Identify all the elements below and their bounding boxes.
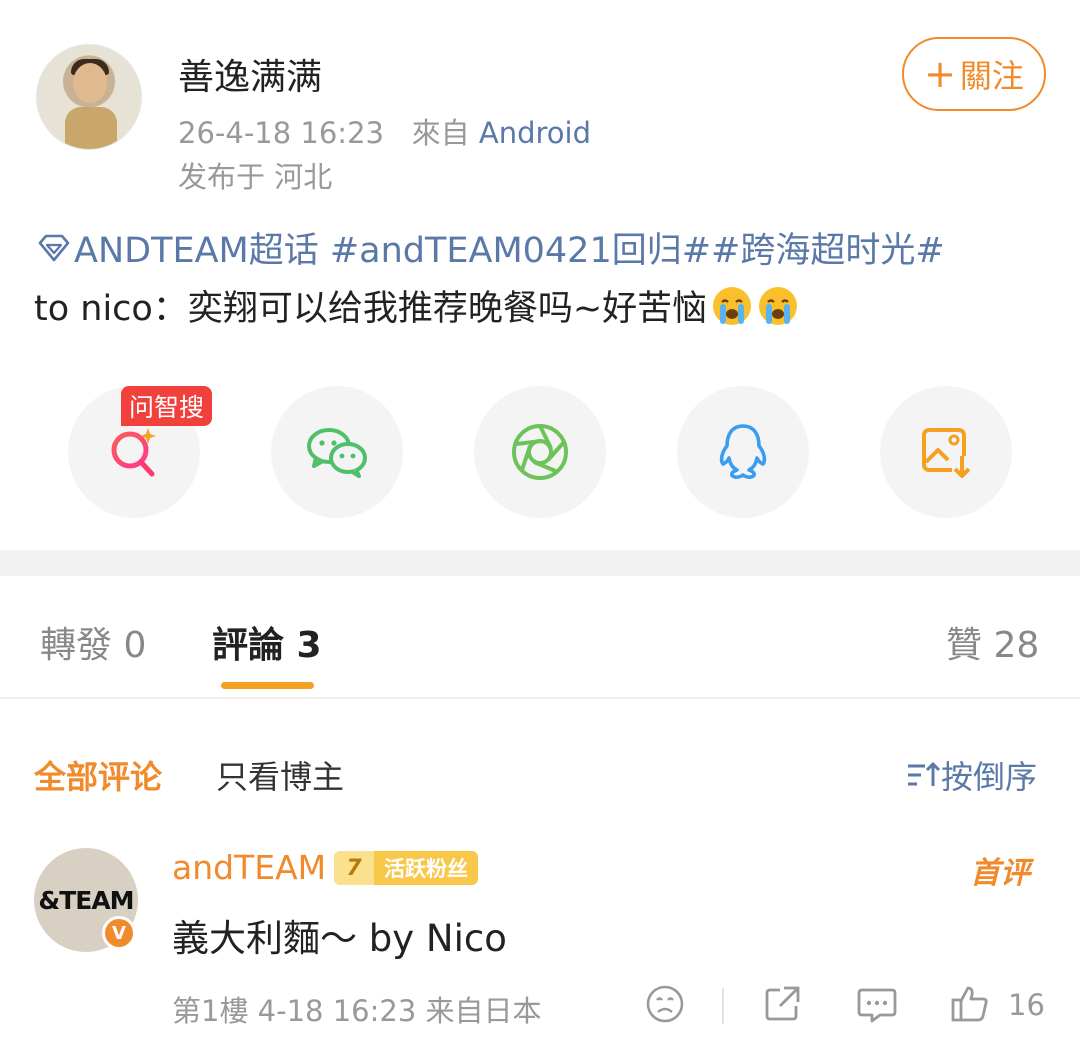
save-image-icon xyxy=(922,428,972,478)
post-topics[interactable]: ANDTEAM超话 #andTEAM0421回归##跨海超时光# xyxy=(36,222,945,273)
follow-button[interactable]: + 關注 xyxy=(902,37,1046,111)
share-icon xyxy=(765,986,800,1021)
reply-button[interactable] xyxy=(856,984,898,1024)
topic-text[interactable]: ANDTEAM超话 #andTEAM0421回归##跨海超时光# xyxy=(74,222,945,273)
moments-icon xyxy=(512,424,568,480)
filter-author-only[interactable]: 只看博主 xyxy=(216,752,344,798)
plus-icon: + xyxy=(924,52,956,96)
post-source[interactable]: Android xyxy=(479,116,591,150)
tab-likes[interactable]: 贊 28 xyxy=(946,616,1039,668)
sort-label: 按倒序 xyxy=(941,758,1038,796)
crying-emoji-icon xyxy=(759,286,798,325)
dislike-button[interactable] xyxy=(645,984,685,1024)
comment-meta: 第1樓 4-18 16:23 来自日本 xyxy=(172,994,542,1028)
search-ai-badge: 问智搜 xyxy=(121,386,213,426)
search-ai-icon xyxy=(111,428,156,477)
verified-badge-icon: V xyxy=(102,916,136,950)
post-meta: 26-4-18 16:23 來自 Android xyxy=(178,110,591,152)
fan-level: 7 xyxy=(334,851,374,885)
save-image-button[interactable] xyxy=(880,386,1012,518)
sort-button[interactable]: 按倒序 xyxy=(905,752,1037,798)
sort-icon xyxy=(908,761,941,786)
fan-level-badge[interactable]: 7 活跃粉丝 xyxy=(334,851,478,885)
share-moments-button[interactable] xyxy=(474,386,606,518)
like-count: 16 xyxy=(1008,988,1045,1022)
share-wechat-button[interactable] xyxy=(271,386,403,518)
post-text: to nico：奕翔可以给我推荐晚餐吗~好苦恼 xyxy=(34,280,799,331)
post-text-content: to nico：奕翔可以给我推荐晚餐吗~好苦恼 xyxy=(34,289,708,329)
comment-icon xyxy=(857,988,897,1023)
avatar-logo-text: &TEAM xyxy=(38,885,134,915)
diamond-icon xyxy=(38,234,70,261)
like-button[interactable] xyxy=(950,984,990,1024)
thumbs-up-icon xyxy=(951,986,988,1022)
tab-repost[interactable]: 轉發 0 xyxy=(40,616,146,668)
active-tab-indicator xyxy=(221,682,314,689)
filter-all-comments[interactable]: 全部评论 xyxy=(34,752,162,798)
follow-label: 關注 xyxy=(959,57,1024,95)
wechat-icon xyxy=(307,428,367,478)
first-comment-tag: 首评 xyxy=(970,856,1030,891)
qq-icon xyxy=(719,424,767,479)
commenter-name[interactable]: andTEAM xyxy=(172,848,326,887)
author-name[interactable]: 善逸满满 xyxy=(178,48,322,100)
source-prefix: 來自 xyxy=(411,116,470,150)
section-divider xyxy=(0,550,1080,576)
share-qq-button[interactable] xyxy=(677,386,809,518)
fan-label: 活跃粉丝 xyxy=(374,851,478,885)
author-avatar[interactable] xyxy=(36,44,142,150)
comment-text: 義大利麵～ by Nico xyxy=(172,917,507,960)
tab-comments[interactable]: 評論 3 xyxy=(212,616,322,668)
tabs-divider xyxy=(0,697,1080,699)
action-separator xyxy=(722,988,724,1024)
frown-icon xyxy=(646,985,684,1023)
post-location: 发布于 河北 xyxy=(178,160,333,194)
post-timestamp: 26-4-18 16:23 xyxy=(178,116,384,150)
crying-emoji-icon xyxy=(713,286,752,325)
share-comment-button[interactable] xyxy=(762,984,802,1024)
